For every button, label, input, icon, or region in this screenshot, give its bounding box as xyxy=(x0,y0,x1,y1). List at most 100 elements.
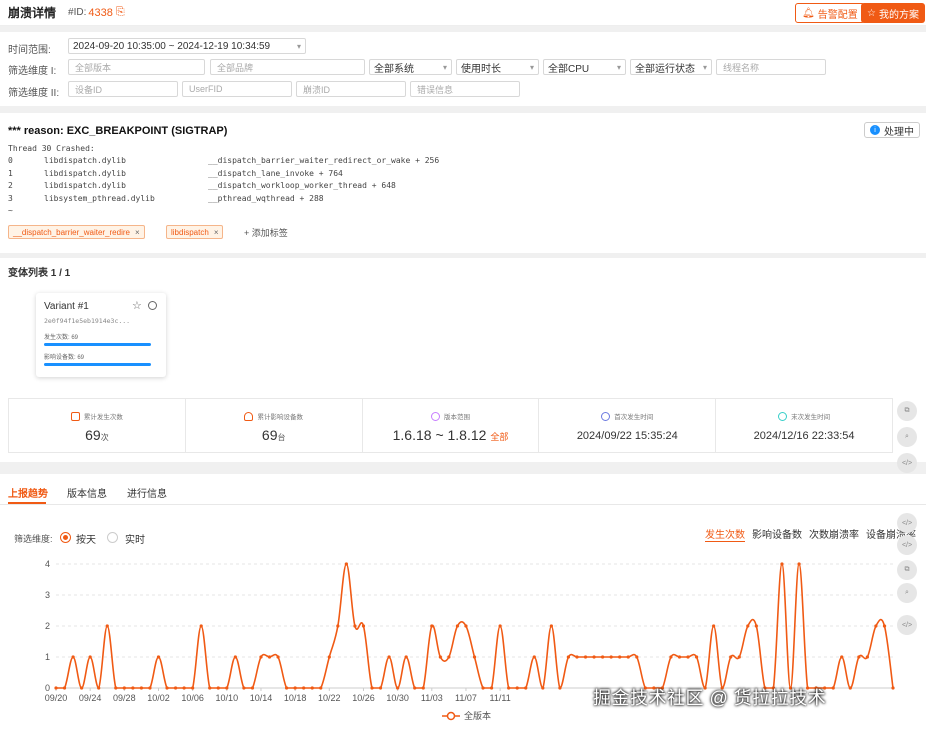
process-status-label: 处理中 xyxy=(884,126,914,138)
copy-icon[interactable]: ⎘ xyxy=(116,6,125,19)
stat-version-all-link[interactable]: 全部 xyxy=(490,432,508,442)
cpu-select[interactable]: 全部CPU ▾ xyxy=(543,59,626,75)
search-icon[interactable]: ⌕ xyxy=(897,427,917,447)
data-point xyxy=(566,655,571,659)
filter-panel: 时间范围: 2024-09-20 10:35:00 ~ 2024-12-19 1… xyxy=(0,32,926,106)
frame-index: 1 xyxy=(8,169,13,178)
radio-by-day-label: 按天 xyxy=(76,535,96,546)
variant-card[interactable]: Variant #1 ☆ 2e0f94f1e5eb1914e3c... 发生次数… xyxy=(36,293,166,377)
duration-select[interactable]: 使用时长 ▾ xyxy=(456,59,539,75)
stat-last-time: 末次发生时间 2024/12/16 22:33:54 xyxy=(716,399,892,452)
close-icon[interactable]: × xyxy=(135,228,140,237)
data-point xyxy=(677,655,682,659)
legend-label: 全版本 xyxy=(464,710,491,721)
trend-dim-label: 筛选维度: xyxy=(14,534,53,544)
id-label: #ID: xyxy=(68,7,87,18)
stack-ellipsis: ~ xyxy=(8,206,13,215)
code-icon[interactable]: </> xyxy=(897,453,917,473)
tab-report-trend[interactable]: 上报趋势 xyxy=(8,485,48,500)
data-point xyxy=(729,655,733,659)
code-icon[interactable]: </> xyxy=(897,513,917,533)
version-select[interactable]: 全部版本 xyxy=(68,59,205,75)
time-range-picker[interactable]: 2024-09-20 10:35:00 ~ 2024-12-19 10:34:5… xyxy=(68,38,306,54)
filter-dim1-label: 筛选维度 I: xyxy=(8,66,57,77)
variant-count-label: 发生次数: 69 xyxy=(44,335,79,341)
data-point xyxy=(575,655,579,659)
variant-count-bar xyxy=(44,343,151,346)
data-point xyxy=(285,686,289,690)
add-tag-button[interactable]: + 添加标签 xyxy=(244,226,288,239)
brand-select[interactable]: 全部品牌 xyxy=(210,59,365,75)
crash-id-input[interactable]: 崩溃ID xyxy=(296,81,406,97)
run-state-select[interactable]: 全部运行状态 ▾ xyxy=(630,59,712,75)
data-point xyxy=(532,655,536,659)
stat-label: 末次发生时间 xyxy=(791,414,831,421)
data-point xyxy=(242,686,246,690)
data-point xyxy=(635,655,639,659)
metric-tab-devices[interactable]: 影响设备数 xyxy=(752,526,802,541)
data-point xyxy=(344,562,348,566)
cpu-select-value: 全部CPU xyxy=(548,63,590,75)
radio-realtime-label: 实时 xyxy=(125,535,145,546)
thread-name-input[interactable]: 线程名称 xyxy=(716,59,826,75)
page-title: 崩溃详情 xyxy=(8,6,57,20)
radio-by-day[interactable] xyxy=(60,532,71,543)
tab-divider xyxy=(0,504,926,505)
frame-library: libsystem_pthread.dylib xyxy=(44,194,155,203)
data-point xyxy=(489,686,494,690)
stat-value: 2024/12/16 22:33:54 xyxy=(753,430,855,442)
metric-tab-count[interactable]: 发生次数 xyxy=(705,526,745,542)
x-tick-label: 10/10 xyxy=(216,693,239,703)
x-tick-label: 10/26 xyxy=(352,693,375,703)
tag-label: __dispatch_barrier_waiter_redire xyxy=(13,227,130,237)
alarm-config-button[interactable]: 🔔︎ 告警配置 xyxy=(795,3,865,23)
stat-value: 69 xyxy=(85,427,101,443)
system-select[interactable]: 全部系统 ▾ xyxy=(369,59,452,75)
data-point xyxy=(404,655,408,659)
data-point xyxy=(165,686,169,690)
star-icon[interactable]: ☆ xyxy=(132,299,142,312)
data-point xyxy=(694,655,699,659)
stat-label: 累计影响设备数 xyxy=(257,414,303,421)
tag-chip[interactable]: libdispatch × xyxy=(166,225,224,239)
data-point xyxy=(609,655,613,659)
clock-icon xyxy=(601,411,611,421)
data-point xyxy=(874,624,878,628)
filter-dim2-label: 筛选维度 II: xyxy=(8,88,60,99)
copy-icon[interactable]: ⧉ xyxy=(897,401,917,421)
my-plan-button[interactable]: ☆ 我的方案 xyxy=(861,3,925,23)
tab-version-info[interactable]: 版本信息 xyxy=(67,485,107,500)
data-point xyxy=(541,686,545,690)
close-icon[interactable]: × xyxy=(214,228,219,237)
data-point xyxy=(114,686,118,690)
data-point xyxy=(353,624,357,628)
variant-device-bar xyxy=(44,363,151,366)
copy-icon[interactable]: ⧉ xyxy=(897,560,917,580)
search-icon[interactable]: ⌕ xyxy=(897,583,917,603)
error-info-input[interactable]: 错误信息 xyxy=(410,81,520,97)
data-point xyxy=(780,562,784,566)
tag-chip[interactable]: __dispatch_barrier_waiter_redire × xyxy=(8,225,145,239)
code-icon[interactable]: </> xyxy=(897,615,917,635)
frame-symbol: __dispatch_lane_invoke + 764 xyxy=(208,169,343,178)
process-status-button[interactable]: i 处理中 xyxy=(864,122,920,138)
user-id-input[interactable]: UserFID xyxy=(182,81,292,97)
tab-process-info[interactable]: 进行信息 xyxy=(127,485,167,500)
x-tick-label: 10/14 xyxy=(250,693,273,703)
stat-version-range: 版本范围 1.6.18 ~ 1.8.12 全部 xyxy=(363,399,540,452)
x-tick-label: 10/18 xyxy=(284,693,307,703)
data-point xyxy=(882,624,887,628)
data-point xyxy=(601,655,605,659)
metric-tab-count-rate[interactable]: 次数崩溃率 xyxy=(809,526,859,541)
select-circle-icon[interactable] xyxy=(148,301,157,310)
x-tick-label: 10/22 xyxy=(318,693,341,703)
data-point xyxy=(387,655,391,659)
device-id-input[interactable]: 设备ID xyxy=(68,81,178,97)
data-point xyxy=(208,686,212,690)
radio-realtime[interactable] xyxy=(107,532,118,543)
time-range-value: 2024-09-20 10:35:00 ~ 2024-12-19 10:34:5… xyxy=(73,40,271,52)
x-tick-label: 10/02 xyxy=(147,693,170,703)
data-point xyxy=(267,655,272,659)
code-icon[interactable]: </> xyxy=(897,535,917,555)
data-point xyxy=(421,686,425,690)
